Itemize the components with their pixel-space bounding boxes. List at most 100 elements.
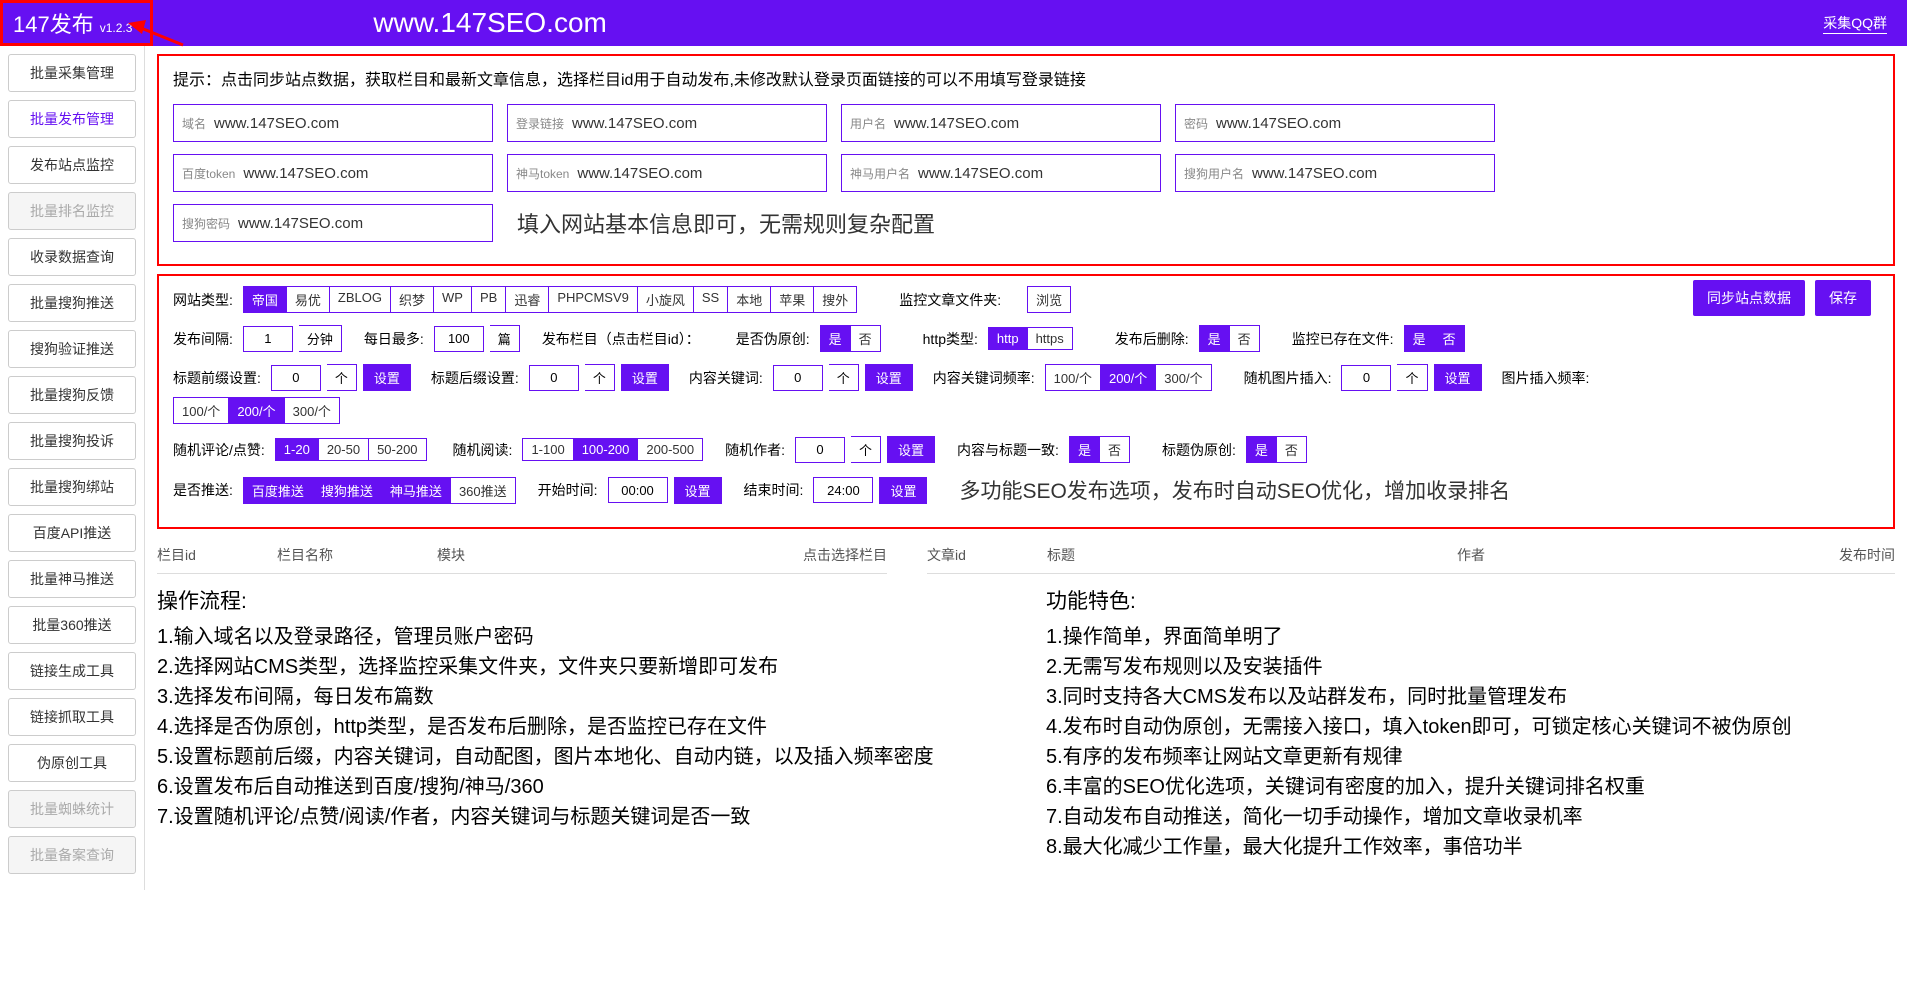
- img-unit: 个: [1397, 364, 1427, 391]
- prefix-label: 标题前缀设置:: [173, 368, 261, 388]
- field-搜狗密码[interactable]: 搜狗密码www.147SEO.com: [173, 204, 493, 242]
- imgfreq-opt-0[interactable]: 100/个: [173, 397, 228, 424]
- img-set[interactable]: 设置: [1434, 364, 1482, 391]
- sidebar-item-2[interactable]: 发布站点监控: [8, 146, 136, 184]
- suffix-input[interactable]: [529, 365, 579, 391]
- prefix-input[interactable]: [271, 365, 321, 391]
- field-搜狗用户名[interactable]: 搜狗用户名www.147SEO.com: [1175, 154, 1495, 192]
- imgfreq-opt-2[interactable]: 300/个: [284, 397, 340, 424]
- match-opt-0[interactable]: 是: [1069, 436, 1099, 463]
- author-set[interactable]: 设置: [887, 436, 935, 463]
- read-opt-0[interactable]: 1-100: [522, 438, 572, 461]
- flow-info: 操作流程:1.输入域名以及登录路径，管理员账户密码2.选择网站CMS类型，选择监…: [157, 586, 1006, 862]
- imgfreq-opt-1[interactable]: 200/个: [228, 397, 283, 424]
- cms-opt-7[interactable]: PHPCMSV9: [548, 286, 637, 313]
- exist-opt-0[interactable]: 是: [1404, 325, 1434, 352]
- comment-opt-1[interactable]: 20-50: [318, 438, 368, 461]
- browse-button[interactable]: 浏览: [1027, 286, 1071, 313]
- fake-opt-1[interactable]: 否: [850, 325, 881, 352]
- fake-opt-0[interactable]: 是: [820, 325, 850, 352]
- cms-opt-0[interactable]: 帝国: [243, 286, 286, 313]
- sidebar-item-13[interactable]: 链接生成工具: [8, 652, 136, 690]
- field-神马用户名[interactable]: 神马用户名www.147SEO.com: [841, 154, 1161, 192]
- site-url: www.147SEO.com: [373, 7, 606, 39]
- cms-opt-2[interactable]: ZBLOG: [329, 286, 390, 313]
- field-域名[interactable]: 域名www.147SEO.com: [173, 104, 493, 142]
- note-seo: 多功能SEO发布选项，发布时自动SEO优化，增加收录排名: [959, 475, 1510, 505]
- kwfreq-opt-1[interactable]: 200/个: [1100, 364, 1155, 391]
- read-opt-1[interactable]: 100-200: [573, 438, 638, 461]
- kwfreq-opt-0[interactable]: 100/个: [1045, 364, 1100, 391]
- sidebar-item-4[interactable]: 收录数据查询: [8, 238, 136, 276]
- sidebar-item-11[interactable]: 批量神马推送: [8, 560, 136, 598]
- sidebar-item-5[interactable]: 批量搜狗推送: [8, 284, 136, 322]
- kw-input[interactable]: [773, 365, 823, 391]
- push-opt-3[interactable]: 360推送: [450, 477, 516, 504]
- sidebar-item-1[interactable]: 批量发布管理: [8, 100, 136, 138]
- comment-opt-0[interactable]: 1-20: [275, 438, 318, 461]
- cms-opt-5[interactable]: PB: [471, 286, 505, 313]
- cms-opt-3[interactable]: 织梦: [390, 286, 433, 313]
- start-set[interactable]: 设置: [674, 477, 722, 504]
- push-opt-0[interactable]: 百度推送: [243, 477, 312, 504]
- sidebar-item-0[interactable]: 批量采集管理: [8, 54, 136, 92]
- del-opt-1[interactable]: 否: [1229, 325, 1260, 352]
- read: 1-100100-200200-500: [522, 438, 703, 461]
- titlefake-opt-1[interactable]: 否: [1276, 436, 1307, 463]
- field-登录链接[interactable]: 登录链接www.147SEO.com: [507, 104, 827, 142]
- sidebar-item-15[interactable]: 伪原创工具: [8, 744, 136, 782]
- http-opt-1[interactable]: https: [1027, 327, 1073, 350]
- end-set[interactable]: 设置: [879, 477, 927, 504]
- kw-label: 内容关键词:: [689, 368, 763, 388]
- titlefake-opt-0[interactable]: 是: [1246, 436, 1276, 463]
- http-opt-0[interactable]: http: [988, 327, 1027, 350]
- interval-label: 发布间隔:: [173, 329, 233, 349]
- author-unit: 个: [851, 436, 881, 463]
- author-input[interactable]: [795, 437, 845, 463]
- exist-opt-1[interactable]: 否: [1434, 325, 1465, 352]
- read-opt-2[interactable]: 200-500: [637, 438, 703, 461]
- http-label: http类型:: [923, 329, 978, 349]
- match-opt-1[interactable]: 否: [1099, 436, 1130, 463]
- prefix-set[interactable]: 设置: [363, 364, 411, 391]
- sidebar-item-9[interactable]: 批量搜狗绑站: [8, 468, 136, 506]
- sidebar-item-10[interactable]: 百度API推送: [8, 514, 136, 552]
- kwfreq-opt-2[interactable]: 300/个: [1155, 364, 1211, 391]
- field-百度token[interactable]: 百度tokenwww.147SEO.com: [173, 154, 493, 192]
- sidebar-item-8[interactable]: 批量搜狗投诉: [8, 422, 136, 460]
- interval-unit: 分钟: [299, 325, 342, 352]
- cms-opt-4[interactable]: WP: [433, 286, 471, 313]
- push-opt-2[interactable]: 神马推送: [381, 477, 450, 504]
- cms-opt-6[interactable]: 迅睿: [505, 286, 548, 313]
- img-input[interactable]: [1341, 365, 1391, 391]
- sidebar-item-14[interactable]: 链接抓取工具: [8, 698, 136, 736]
- daily-label: 每日最多:: [364, 329, 424, 349]
- cms-opt-1[interactable]: 易优: [286, 286, 329, 313]
- cms-opt-12[interactable]: 搜外: [813, 286, 857, 313]
- sync-button[interactable]: 同步站点数据: [1693, 280, 1805, 316]
- cms-opt-11[interactable]: 苹果: [770, 286, 813, 313]
- sidebar-item-12[interactable]: 批量360推送: [8, 606, 136, 644]
- cms-opt-8[interactable]: 小旋风: [637, 286, 693, 313]
- sidebar-item-7[interactable]: 批量搜狗反馈: [8, 376, 136, 414]
- kw-set[interactable]: 设置: [865, 364, 913, 391]
- comment-opt-2[interactable]: 50-200: [368, 438, 426, 461]
- end-input[interactable]: [813, 477, 873, 503]
- interval-input[interactable]: [243, 326, 293, 352]
- push-opt-1[interactable]: 搜狗推送: [312, 477, 381, 504]
- field-密码[interactable]: 密码www.147SEO.com: [1175, 104, 1495, 142]
- save-button[interactable]: 保存: [1815, 280, 1871, 316]
- sidebar-item-6[interactable]: 搜狗验证推送: [8, 330, 136, 368]
- qq-group-link[interactable]: 采集QQ群: [1823, 13, 1887, 34]
- cms-opt-10[interactable]: 本地: [727, 286, 770, 313]
- daily-input[interactable]: [434, 326, 484, 352]
- kwfreq: 100/个200/个300/个: [1045, 364, 1212, 391]
- del-opt-0[interactable]: 是: [1199, 325, 1229, 352]
- cms-opt-9[interactable]: SS: [693, 286, 727, 313]
- start-input[interactable]: [608, 477, 668, 503]
- field-神马token[interactable]: 神马tokenwww.147SEO.com: [507, 154, 827, 192]
- del: 是否: [1199, 325, 1260, 352]
- suffix-set[interactable]: 设置: [621, 364, 669, 391]
- imgfreq: 100/个200/个300/个: [173, 397, 340, 424]
- field-用户名[interactable]: 用户名www.147SEO.com: [841, 104, 1161, 142]
